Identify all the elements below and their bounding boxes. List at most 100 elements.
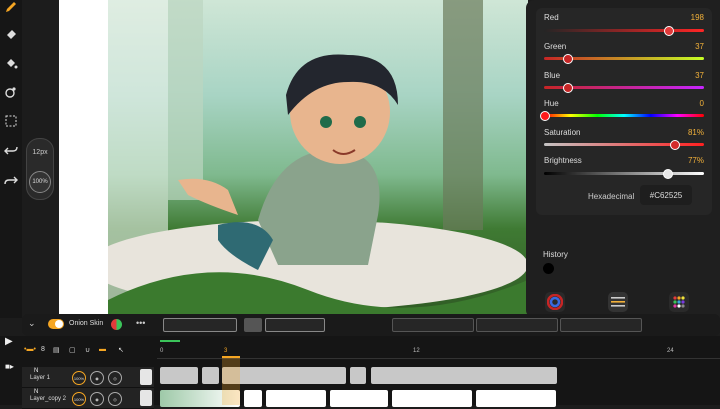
slider-value-green: 37 — [695, 42, 704, 51]
color-sliders: Red 198 Green 37 Blue 37 Hue 0 Saturatio… — [536, 8, 712, 215]
timeline-cel[interactable] — [330, 390, 388, 407]
slider-value-brightness: 77% — [687, 156, 704, 165]
artwork-illustration — [108, 0, 528, 318]
green-slider-knob[interactable] — [563, 54, 574, 64]
slider-label-red: Red — [544, 13, 559, 22]
blue-slider-knob[interactable] — [563, 83, 574, 93]
eye-icon[interactable]: ◉ — [90, 392, 104, 406]
layer-blend-letter: N — [34, 368, 39, 374]
onion-frame-slot[interactable] — [560, 318, 642, 332]
history-label: History — [543, 250, 568, 259]
color-wheel-icon — [547, 294, 563, 310]
timeline-cel[interactable] — [476, 390, 556, 407]
slider-value-hue: 0 — [699, 99, 704, 108]
layer-controls: •▬• 8 ▤ ▢ ∪ ▬ ↖ — [22, 346, 154, 358]
slider-label-green: Green — [544, 42, 567, 51]
layer-opacity-button[interactable]: 100% — [72, 392, 86, 406]
layer-name: Layer 1 — [30, 375, 51, 381]
timeline-cel[interactable] — [392, 390, 472, 407]
onion-frame-slot[interactable] — [244, 318, 262, 332]
collapse-chevron-icon[interactable]: ⌄ — [28, 318, 36, 329]
layer-row[interactable]: N Layer_copy 2 100% ◉ ◎ — [22, 388, 154, 409]
onion-frame-slot[interactable] — [265, 318, 325, 332]
more-options-button[interactable]: ••• — [136, 318, 145, 328]
onion-frame-slot[interactable] — [392, 318, 474, 332]
onion-frame-slot[interactable] — [476, 318, 558, 332]
slider-value-blue: 37 — [695, 71, 704, 80]
timeline-cel[interactable] — [222, 367, 346, 384]
eraser-icon[interactable] — [4, 26, 18, 40]
slider-value-red: 198 — [690, 13, 704, 22]
blue-slider-track[interactable] — [544, 83, 704, 93]
magnet-icon[interactable]: ∪ — [85, 346, 90, 354]
pencil-icon[interactable] — [4, 0, 18, 14]
color-wheel-button[interactable] — [545, 292, 565, 312]
ruler-label: 24 — [667, 348, 674, 354]
layer-count: 8 — [41, 346, 45, 353]
left-toolbar — [0, 0, 22, 318]
onion-skin-bar: ⌄ Onion Skin ••• — [22, 314, 720, 336]
frames-icon[interactable]: •▬• — [24, 346, 36, 353]
slider-label-hue: Hue — [544, 99, 559, 108]
ruler-label-current: 3 — [224, 348, 228, 354]
layer-opacity-button[interactable]: 100% — [72, 371, 86, 385]
hue-slider-track[interactable] — [540, 111, 704, 121]
timeline-ruler[interactable]: 0 3 12 24 — [157, 340, 720, 359]
lasso-select-icon[interactable] — [4, 114, 18, 128]
onion-skin-label: Onion Skin — [69, 320, 104, 327]
timeline: ▶ ■▸ •▬• 8 ▤ ▢ ∪ ▬ ↖ 0 3 12 24 N Layer 1… — [0, 336, 720, 409]
brush-opacity-button[interactable]: 100% — [29, 171, 51, 193]
range-start-marker[interactable] — [160, 340, 180, 342]
layer-settings-icon[interactable]: ◎ — [108, 371, 122, 385]
duplicate-icon[interactable]: ▢ — [69, 346, 76, 354]
ruler-label: 0 — [160, 348, 164, 354]
onion-frame-slot[interactable] — [163, 318, 237, 332]
onion-skin-toggle[interactable] — [48, 319, 64, 329]
pointer-icon[interactable]: ↖ — [118, 346, 124, 354]
loop-icon[interactable]: ▬ — [99, 346, 106, 353]
slider-label-blue: Blue — [544, 71, 561, 80]
layer-name: Layer_copy 2 — [30, 396, 67, 402]
drawing-canvas[interactable] — [108, 0, 528, 318]
eye-icon[interactable]: ◉ — [90, 371, 104, 385]
hexadecimal-label: Hexadecimal — [588, 192, 635, 201]
saturation-slider-knob[interactable] — [669, 140, 680, 150]
color-sliders-button[interactable] — [608, 292, 628, 312]
layers-stack-icon[interactable]: ▤ — [53, 346, 60, 354]
color-palette-button[interactable] — [669, 292, 689, 312]
play-icon[interactable]: ▶ — [5, 336, 13, 347]
hue-slider-knob[interactable] — [540, 111, 550, 121]
timeline-cel[interactable] — [371, 367, 557, 384]
slider-label-saturation: Saturation — [544, 128, 581, 137]
layer-settings-icon[interactable]: ◎ — [108, 392, 122, 406]
fill-bucket-icon[interactable] — [4, 56, 18, 70]
color-panel: Red 198 Green 37 Blue 37 Hue 0 Saturatio… — [526, 0, 720, 318]
green-slider-track[interactable] — [544, 54, 704, 64]
add-frame-icon[interactable]: ■▸ — [5, 362, 14, 371]
history-swatch[interactable] — [543, 263, 554, 274]
red-slider-knob[interactable] — [664, 26, 675, 36]
undo-icon[interactable] — [4, 143, 18, 157]
eyedropper-icon[interactable] — [4, 85, 18, 99]
palette-grid-icon — [673, 296, 685, 308]
timeline-cel[interactable] — [160, 367, 198, 384]
layer-row[interactable]: N Layer 1 100% ◉ ◎ — [22, 367, 154, 388]
slider-label-brightness: Brightness — [544, 156, 582, 165]
timeline-cel[interactable] — [350, 367, 366, 384]
timeline-cel[interactable] — [202, 367, 219, 384]
brightness-slider-track[interactable] — [544, 169, 704, 179]
redo-icon[interactable] — [4, 172, 18, 186]
timeline-cel[interactable] — [244, 390, 262, 407]
saturation-slider-track[interactable] — [544, 140, 704, 150]
layer-thumbnail — [140, 390, 152, 406]
red-slider-track[interactable] — [544, 26, 704, 36]
slider-value-saturation: 81% — [687, 128, 704, 137]
layer-thumbnail — [140, 369, 152, 385]
sliders-icon — [611, 297, 625, 307]
brightness-slider-knob[interactable] — [663, 169, 674, 179]
brush-size-control[interactable]: 12px 100% — [26, 138, 54, 200]
timeline-cel[interactable] — [266, 390, 326, 407]
playhead-highlight — [222, 358, 240, 405]
hex-input[interactable]: #C62525 — [640, 185, 692, 205]
onion-color-icon[interactable] — [111, 319, 122, 330]
